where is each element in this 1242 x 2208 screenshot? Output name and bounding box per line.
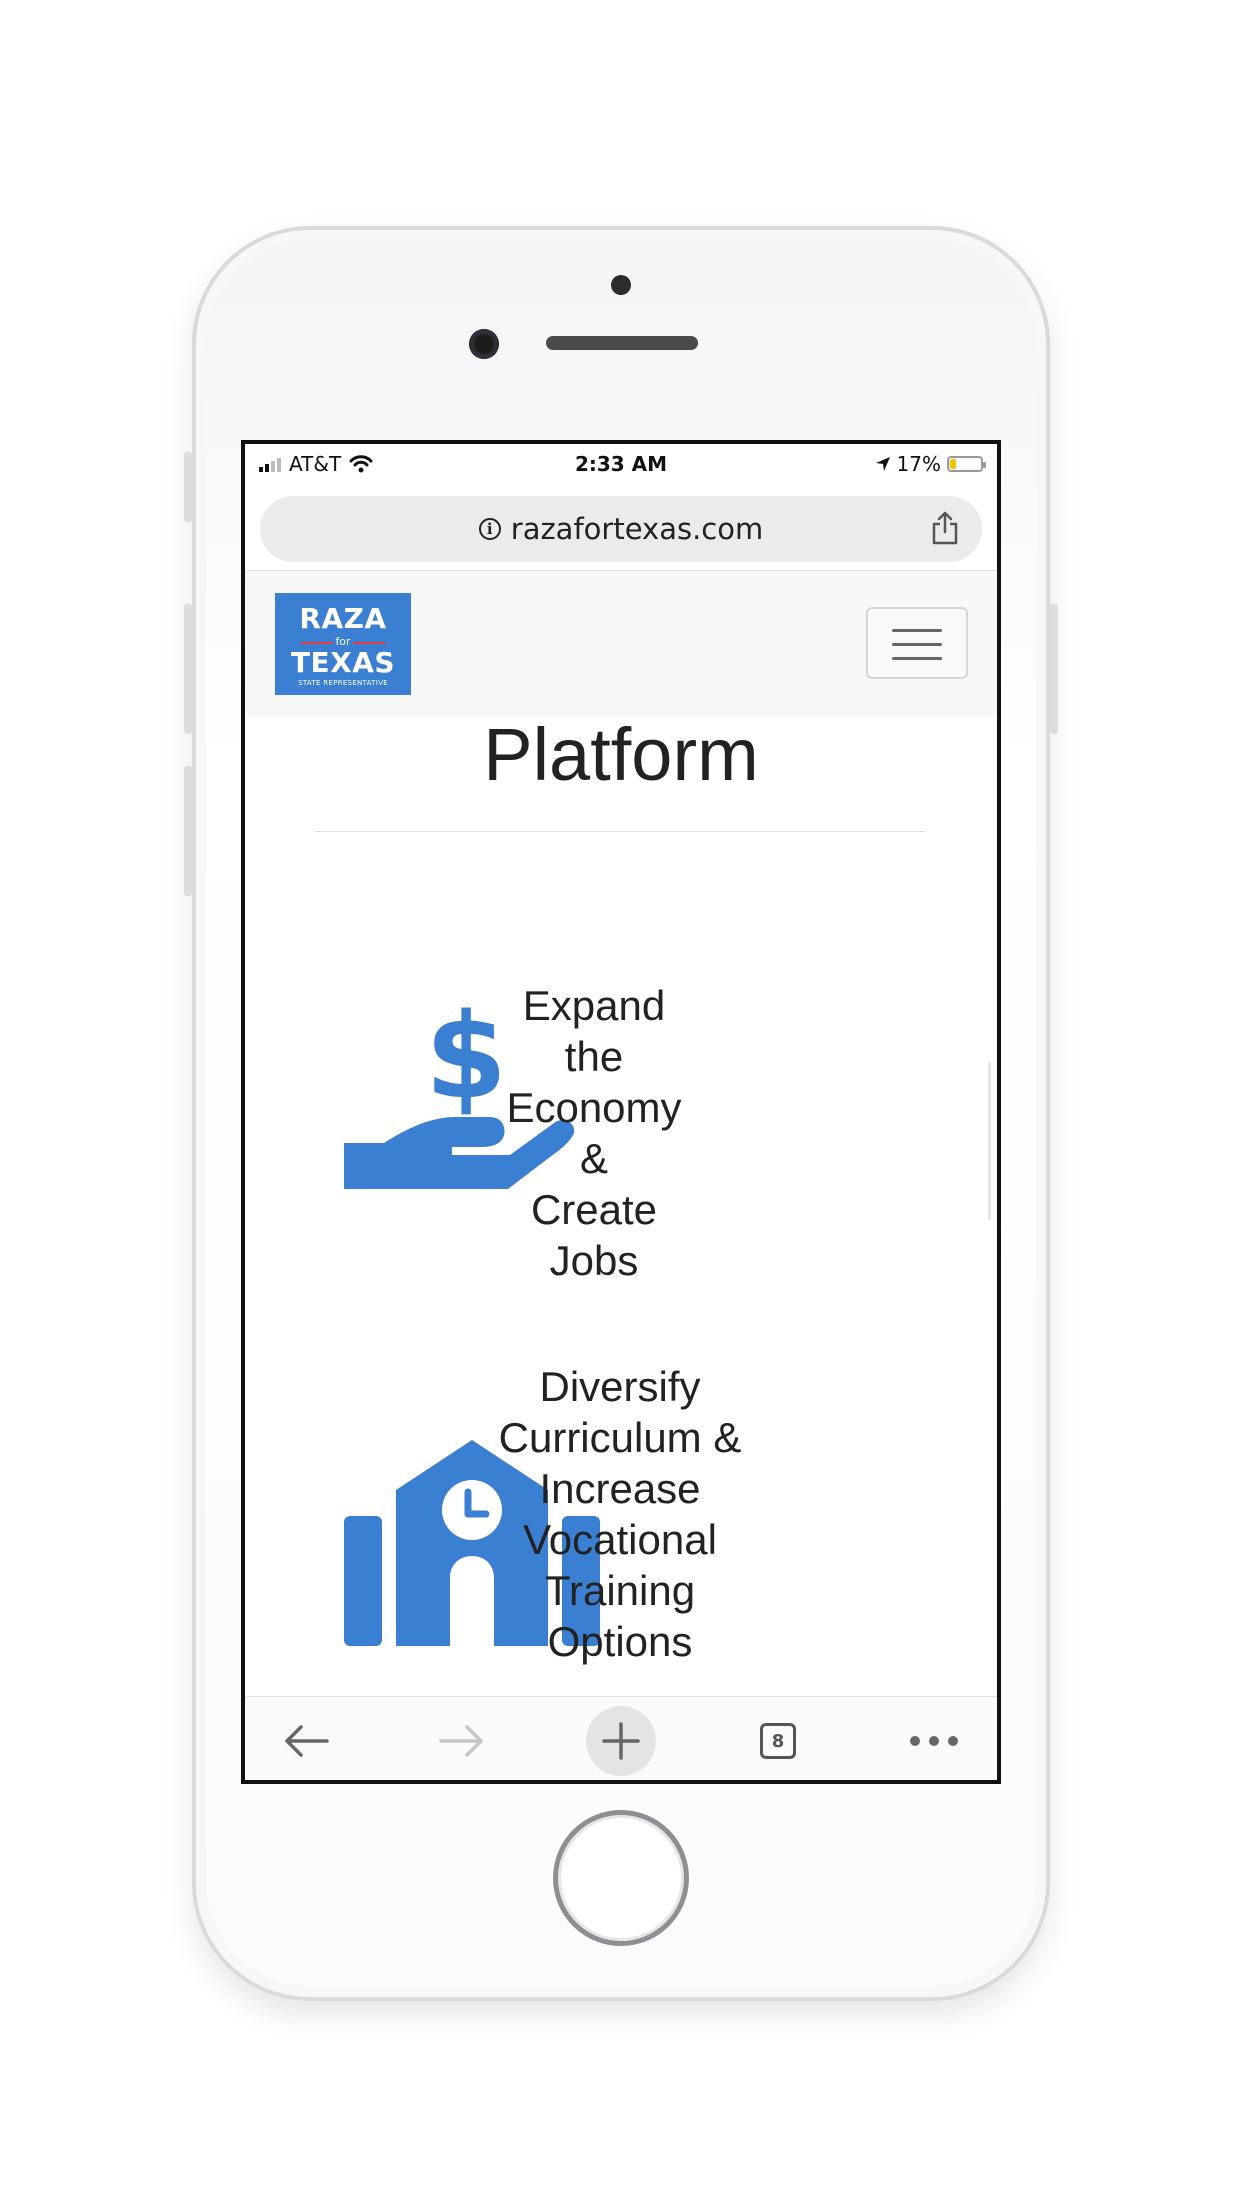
mute-switch: [184, 452, 192, 522]
hamburger-icon: [892, 629, 942, 632]
status-bar: AT&T 2:33 AM 17%: [245, 444, 997, 484]
power-button: [1050, 604, 1058, 734]
scroll-indicator: [988, 1062, 991, 1220]
proximity-sensor: [611, 275, 631, 295]
back-button[interactable]: [261, 1697, 351, 1780]
forward-arrow-icon: [439, 1725, 483, 1757]
address-bar[interactable]: i razafortexas.com: [260, 496, 982, 562]
battery-percent: 17%: [896, 452, 941, 476]
more-menu-button[interactable]: [889, 1697, 979, 1780]
raza-for-texas-logo[interactable]: RAZA for TEXAS STATE REPRESENTATIVE: [275, 593, 411, 695]
back-arrow-icon: [285, 1725, 329, 1757]
tab-count-badge: 8: [760, 1723, 796, 1759]
location-arrow-icon: [875, 457, 890, 471]
url-text: razafortexas.com: [510, 512, 764, 546]
platform-item-curriculum[interactable]: Diversify Curriculum & Increase Vocation…: [470, 1361, 770, 1667]
browser-toolbar: 8: [245, 1696, 997, 1780]
platform-item-economy[interactable]: Expand the Economy & Create Jobs: [489, 980, 699, 1286]
plus-icon: [602, 1722, 640, 1760]
forward-button[interactable]: [417, 1697, 507, 1780]
volume-down-button: [184, 766, 192, 896]
volume-up-button: [184, 604, 192, 734]
site-info-icon[interactable]: i: [478, 518, 501, 540]
more-dots-icon: [910, 1736, 958, 1746]
title-divider: [315, 831, 925, 832]
home-button[interactable]: [553, 1810, 689, 1946]
site-navbar: RAZA for TEXAS STATE REPRESENTATIVE: [245, 570, 997, 717]
earpiece-speaker: [546, 336, 698, 350]
front-camera: [469, 329, 499, 359]
phone-screen: AT&T 2:33 AM 17% i razafortexas.com RAZA…: [241, 440, 1001, 1784]
menu-toggle-button[interactable]: [866, 607, 968, 679]
new-tab-button[interactable]: [576, 1697, 666, 1780]
tab-switcher-button[interactable]: 8: [733, 1697, 823, 1780]
page-title: Platform: [483, 713, 759, 796]
battery-icon: [947, 456, 986, 472]
share-icon[interactable]: [930, 510, 960, 546]
